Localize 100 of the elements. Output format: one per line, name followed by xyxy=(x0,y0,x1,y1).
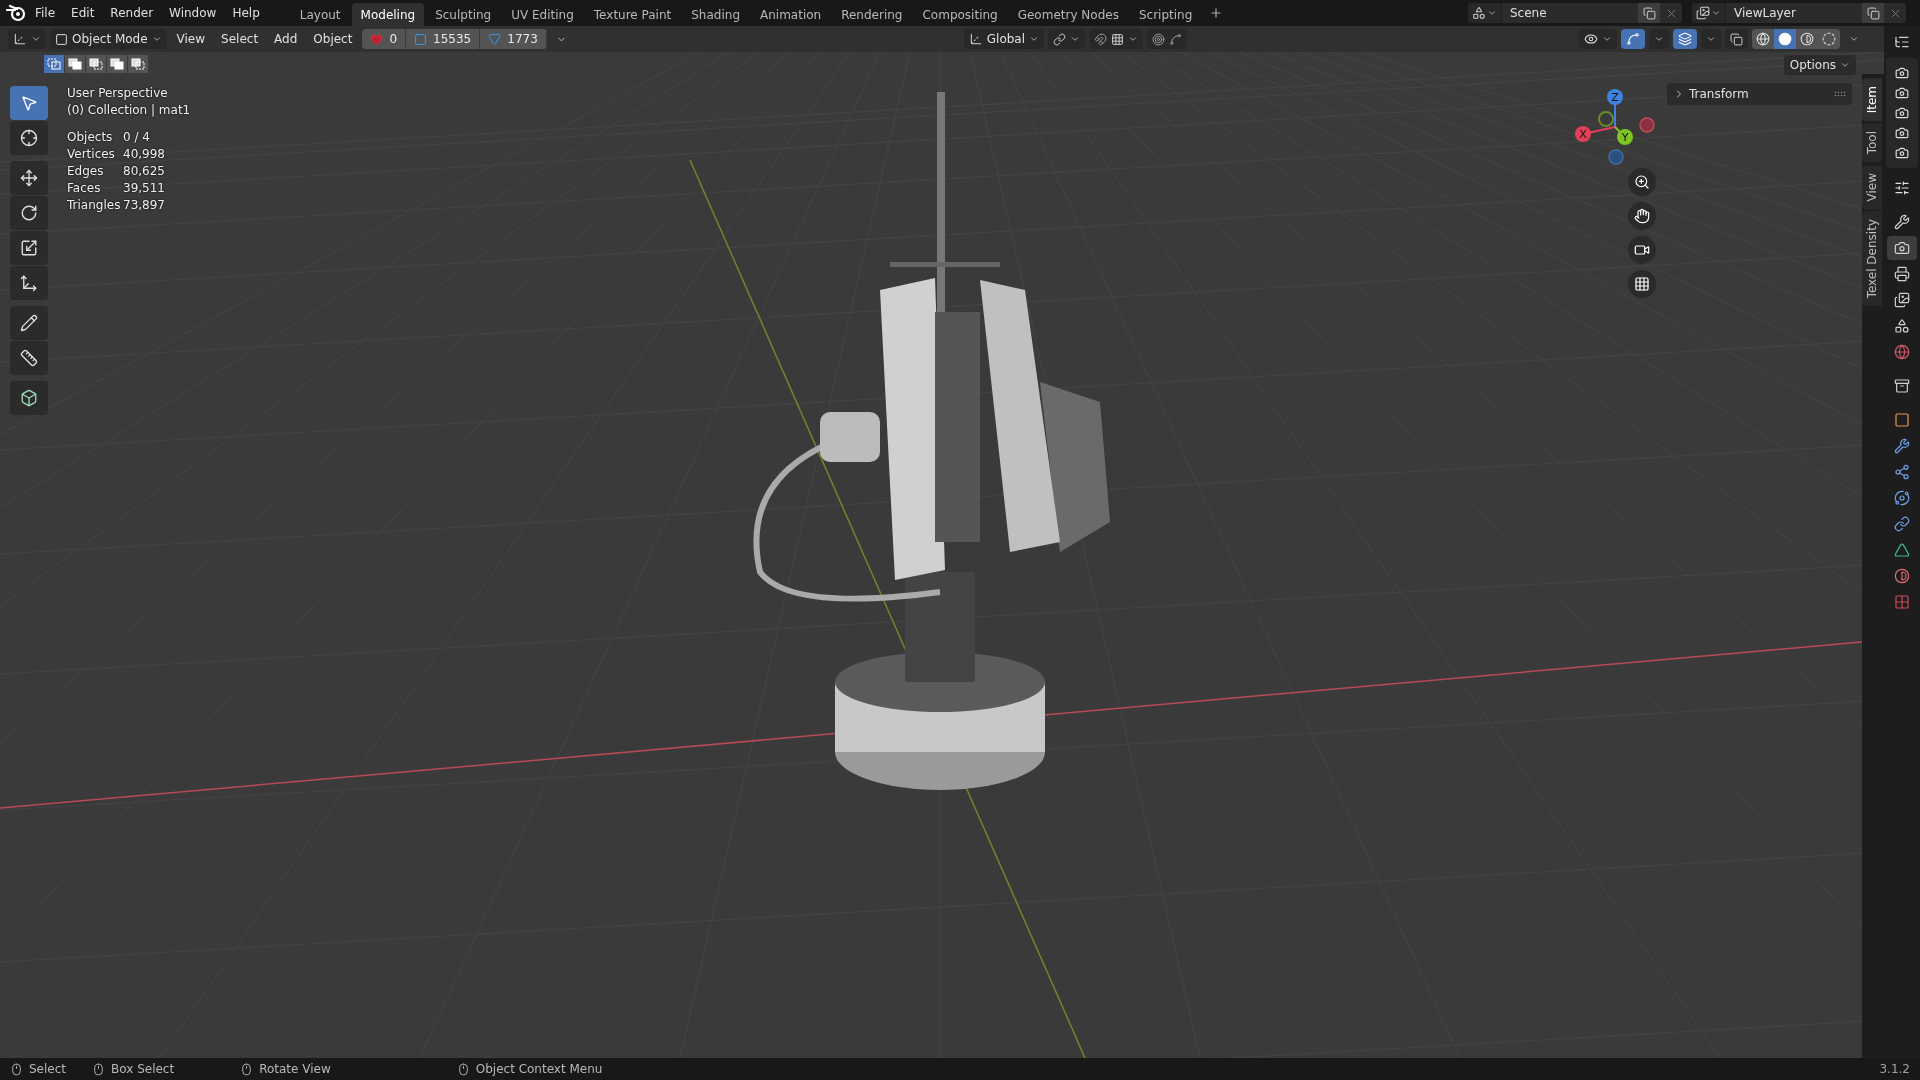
selection-mode-button[interactable] xyxy=(86,55,106,73)
sidebar-tab[interactable]: Tool xyxy=(1862,123,1882,163)
hand-icon xyxy=(1634,208,1650,224)
status-hint: Rotate View xyxy=(259,1062,331,1076)
sidebar-tab[interactable]: Item xyxy=(1862,78,1882,122)
pivot-dropdown[interactable] xyxy=(1048,29,1086,49)
view-name: User Perspective xyxy=(67,86,169,100)
menu-item[interactable]: Window xyxy=(162,3,224,23)
properties-tab[interactable] xyxy=(1887,236,1917,260)
camera-icon[interactable] xyxy=(1895,106,1909,120)
options-dropdown[interactable]: Options xyxy=(1783,55,1856,75)
checker-icon xyxy=(1894,594,1910,610)
orbit-icon xyxy=(1894,490,1910,506)
proportional-edit-button[interactable] xyxy=(1147,29,1188,49)
ruler-icon xyxy=(20,349,38,367)
crosshair-icon xyxy=(20,129,38,147)
axis-label: Z xyxy=(1611,91,1619,104)
sidebar-tab[interactable]: View xyxy=(1862,164,1882,210)
tool-button[interactable] xyxy=(10,121,48,155)
camera-icon[interactable] xyxy=(1895,146,1909,160)
chevron-down-icon xyxy=(1602,34,1612,44)
count-field[interactable]: 15535 xyxy=(406,29,481,49)
workspace-tab[interactable]: Layout xyxy=(290,3,350,26)
menu-item[interactable]: File xyxy=(28,3,63,23)
square-icon xyxy=(1894,412,1910,428)
tool-button[interactable] xyxy=(10,231,48,265)
camera-icon[interactable] xyxy=(1895,86,1909,100)
sidebar-tab[interactable]: Texel Density xyxy=(1862,211,1882,307)
editor-type-button[interactable] xyxy=(8,29,46,49)
overlay-toggle[interactable] xyxy=(1673,29,1697,49)
xray-toggle[interactable] xyxy=(1725,29,1748,49)
selection-mode-icon xyxy=(131,58,145,70)
half-circle-icon xyxy=(1894,568,1910,584)
header-menu[interactable]: Add xyxy=(268,29,304,49)
zoom-icon xyxy=(1634,174,1650,190)
link-icon xyxy=(1053,32,1067,46)
visibility-dropdown[interactable] xyxy=(1579,29,1617,49)
workspace-tab[interactable]: Rendering xyxy=(832,3,912,26)
logo-icon xyxy=(6,4,26,22)
count-field[interactable]: 0 xyxy=(362,29,407,49)
heart-icon xyxy=(370,32,384,46)
header-menu[interactable]: Select xyxy=(215,29,265,49)
workspace-tab[interactable]: Compositing xyxy=(913,3,1007,26)
selection-mode-button[interactable] xyxy=(44,55,64,73)
chevron-down-icon xyxy=(1487,8,1497,18)
gizmo-toggle[interactable] xyxy=(1621,29,1645,49)
workspace-tab[interactable]: Scripting xyxy=(1129,3,1202,26)
header-menu[interactable]: Object xyxy=(307,29,359,49)
chevron-down-icon xyxy=(1706,34,1716,44)
wrench-icon xyxy=(1894,214,1910,230)
stat-label: Objects xyxy=(67,130,114,144)
half-circle-icon xyxy=(1800,32,1814,46)
stat-value: 80,625 xyxy=(123,164,166,178)
mouse-icon xyxy=(456,1062,470,1076)
tool-button[interactable] xyxy=(10,381,48,415)
workspace-tab[interactable]: Sculpting xyxy=(426,3,501,26)
transform-panel-header[interactable]: Transform xyxy=(1667,83,1852,105)
tool-button[interactable] xyxy=(10,306,48,340)
axis-gizmo-drawing[interactable] xyxy=(1575,89,1655,165)
shading-button[interactable] xyxy=(1774,29,1796,49)
selection-mode-button[interactable] xyxy=(128,55,148,73)
panel-title: Transform xyxy=(1689,87,1749,101)
menu-item[interactable]: Help xyxy=(225,3,267,23)
selection-mode-button[interactable] xyxy=(107,55,127,73)
nodes-icon xyxy=(1894,464,1910,480)
count-field[interactable]: 1773 xyxy=(480,29,547,49)
chevron-down-icon xyxy=(151,34,162,44)
header-menu[interactable]: View xyxy=(170,29,212,49)
scene-selector[interactable]: Scene xyxy=(1468,3,1682,23)
mode-dropdown[interactable]: Object Mode xyxy=(50,29,167,49)
menu-item[interactable]: Edit xyxy=(64,3,102,23)
tool-button[interactable] xyxy=(10,161,48,195)
orientation-dropdown[interactable]: Global xyxy=(963,29,1045,49)
snap-button[interactable] xyxy=(1089,29,1144,49)
stat-value: 40,998 xyxy=(123,147,166,161)
menu-item[interactable]: Render xyxy=(103,3,161,23)
square-icon xyxy=(55,32,68,46)
scale-icon xyxy=(20,239,38,257)
workspace-tab[interactable]: Modeling xyxy=(351,3,425,26)
images-icon xyxy=(1894,292,1910,308)
camera-icon[interactable] xyxy=(1895,66,1909,80)
camera-icon[interactable] xyxy=(1895,126,1909,140)
video-camera-icon xyxy=(1634,242,1650,258)
workspace-tab[interactable]: UV Editing xyxy=(502,3,583,26)
workspace-tab[interactable]: Texture Paint xyxy=(584,3,681,26)
eye-icon xyxy=(1584,32,1598,46)
chevron-down-icon xyxy=(1840,60,1850,70)
workspace-tab[interactable]: Animation xyxy=(751,3,831,26)
selection-mode-button[interactable] xyxy=(65,55,85,73)
workspace-tab[interactable]: Shading xyxy=(682,3,749,26)
stat-value: 73,897 xyxy=(123,198,166,212)
add-icon[interactable] xyxy=(1209,6,1224,20)
copy-icon xyxy=(1642,6,1656,20)
tool-button[interactable] xyxy=(10,196,48,230)
mouse-icon xyxy=(240,1062,254,1076)
workspace-tab[interactable]: Geometry Nodes xyxy=(1008,3,1128,26)
tool-button[interactable] xyxy=(10,341,48,375)
view-layer-selector[interactable]: ViewLayer xyxy=(1692,3,1906,23)
mouse-icon xyxy=(92,1062,106,1076)
tool-button[interactable] xyxy=(10,266,48,300)
